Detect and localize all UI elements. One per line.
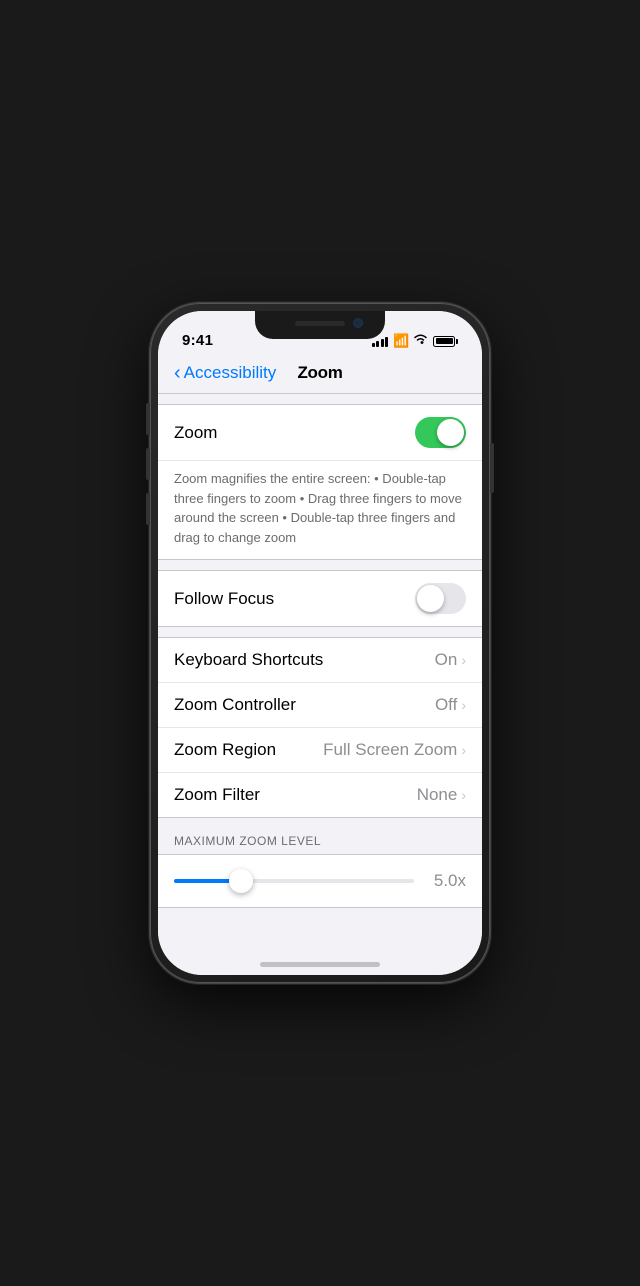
zoom-filter-chevron: ›: [461, 787, 466, 803]
battery-icon: [433, 336, 458, 347]
slider-section-header: MAXIMUM ZOOM LEVEL: [158, 828, 482, 854]
notch: [255, 311, 385, 339]
follow-focus-label: Follow Focus: [174, 589, 274, 609]
zoom-region-state: Full Screen Zoom: [323, 740, 457, 760]
zoom-description: Zoom magnifies the entire screen: • Doub…: [174, 469, 466, 547]
section-gap-2: [158, 560, 482, 570]
settings-group: Keyboard Shortcuts On › Zoom Controller …: [158, 637, 482, 818]
follow-focus-thumb: [417, 585, 444, 612]
wifi-icon: 📶: [393, 333, 428, 349]
toggle-thumb: [437, 419, 464, 446]
zoom-controller-chevron: ›: [461, 697, 466, 713]
keyboard-shortcuts-state: On: [435, 650, 458, 670]
zoom-filter-row[interactable]: Zoom Filter None ›: [158, 773, 482, 817]
slider-value: 5.0x: [426, 871, 466, 891]
screen-content: ‹ Accessibility Zoom Zoom Zoom magnifies…: [158, 355, 482, 975]
status-time: 9:41: [182, 332, 213, 349]
keyboard-shortcuts-row[interactable]: Keyboard Shortcuts On ›: [158, 638, 482, 683]
back-chevron-icon: ‹: [174, 363, 181, 383]
keyboard-shortcuts-label: Keyboard Shortcuts: [174, 650, 323, 670]
phone-frame: 9:41 📶: [150, 303, 490, 983]
keyboard-shortcuts-value: On ›: [435, 650, 466, 670]
zoom-controller-state: Off: [435, 695, 457, 715]
zoom-controller-row[interactable]: Zoom Controller Off ›: [158, 683, 482, 728]
zoom-filter-label: Zoom Filter: [174, 785, 260, 805]
zoom-controller-label: Zoom Controller: [174, 695, 296, 715]
back-label: Accessibility: [184, 363, 277, 383]
bottom-spacer: [158, 908, 482, 948]
front-camera: [353, 318, 363, 328]
back-button[interactable]: ‹ Accessibility: [174, 363, 276, 383]
follow-focus-toggle[interactable]: [415, 583, 466, 614]
phone-screen: 9:41 📶: [158, 311, 482, 975]
slider-track[interactable]: [174, 879, 414, 883]
zoom-controller-value: Off ›: [435, 695, 466, 715]
nav-title: Zoom: [297, 363, 342, 383]
slider-thumb[interactable]: [229, 869, 253, 893]
zoom-region-value: Full Screen Zoom ›: [323, 740, 466, 760]
zoom-section: Zoom Zoom magnifies the entire screen: •…: [158, 404, 482, 560]
zoom-filter-value: None ›: [417, 785, 466, 805]
follow-focus-section: Follow Focus: [158, 570, 482, 627]
zoom-toggle-row[interactable]: Zoom: [158, 405, 482, 461]
speaker: [295, 321, 345, 326]
section-gap-4: [158, 818, 482, 828]
slider-section: 5.0x: [158, 854, 482, 908]
zoom-label: Zoom: [174, 423, 217, 443]
zoom-description-row: Zoom magnifies the entire screen: • Doub…: [158, 461, 482, 559]
zoom-region-chevron: ›: [461, 742, 466, 758]
section-gap-1: [158, 394, 482, 404]
status-icons: 📶: [372, 333, 458, 349]
section-gap-3: [158, 627, 482, 637]
nav-bar: ‹ Accessibility Zoom: [158, 355, 482, 394]
slider-container: 5.0x: [174, 871, 466, 891]
zoom-region-label: Zoom Region: [174, 740, 276, 760]
follow-focus-row[interactable]: Follow Focus: [158, 571, 482, 626]
home-indicator[interactable]: [260, 962, 380, 967]
zoom-toggle[interactable]: [415, 417, 466, 448]
zoom-region-row[interactable]: Zoom Region Full Screen Zoom ›: [158, 728, 482, 773]
keyboard-shortcuts-chevron: ›: [461, 652, 466, 668]
zoom-filter-state: None: [417, 785, 458, 805]
